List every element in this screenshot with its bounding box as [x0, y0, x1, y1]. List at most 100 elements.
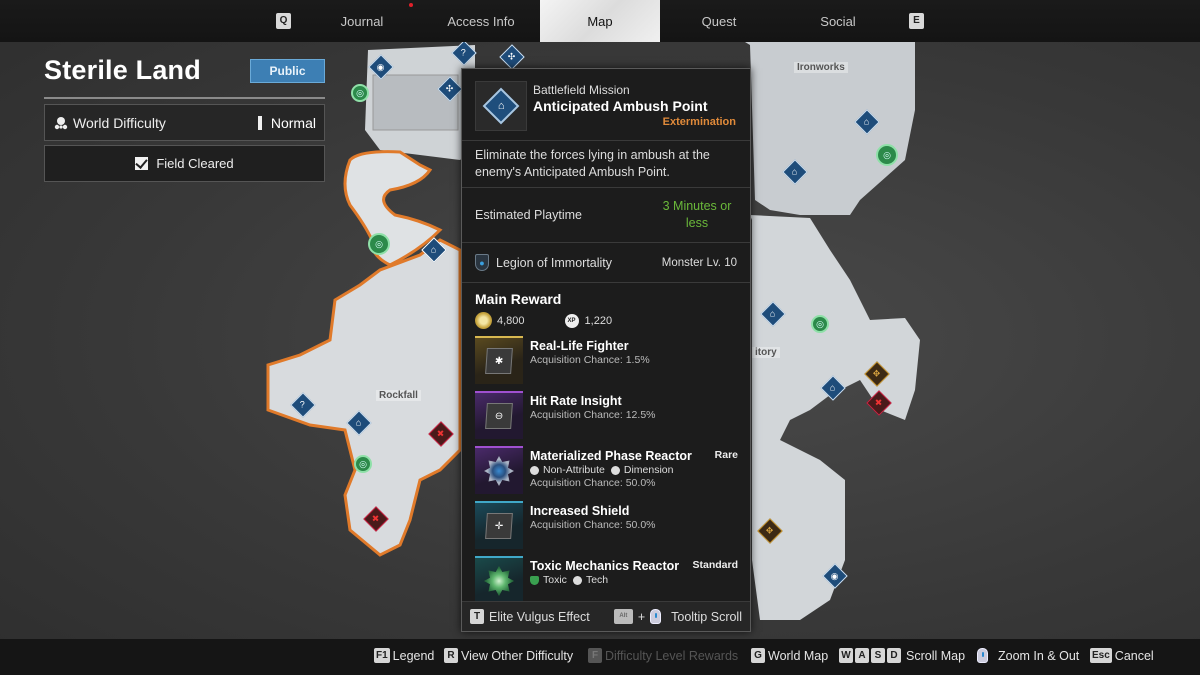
mission-tooltip[interactable]: ⌂ Battlefield Mission Anticipated Ambush… — [461, 68, 751, 632]
world-difficulty-row[interactable]: World Difficulty Normal — [44, 104, 325, 141]
world-difficulty-value: Normal — [270, 114, 316, 131]
map-label-rockfall: Rockfall — [376, 390, 421, 401]
xp-icon: XP — [564, 313, 579, 328]
hint-zoom[interactable]: Zoom In & Out — [977, 648, 1079, 663]
tab-quest[interactable]: Quest — [659, 0, 779, 42]
bottom-hint-bar: F1 Legend R View Other Difficulty F Diff… — [0, 639, 1200, 675]
reward-item[interactable]: ✛ Increased Shield Acquisition Chance: 5… — [462, 498, 750, 553]
monster-level: Monster Lv. 10 — [661, 256, 737, 269]
tab-map[interactable]: Map — [540, 0, 660, 42]
hint-label: Cancel — [1114, 648, 1154, 663]
visibility-button[interactable]: Public — [250, 59, 325, 83]
reward-attributes: Toxic Tech — [530, 574, 750, 586]
elite-effect-key[interactable]: T — [470, 609, 484, 624]
non-attribute-icon — [530, 465, 539, 475]
key-d: D — [887, 648, 901, 663]
gold-coin-icon — [475, 312, 492, 329]
map-outpost-icon[interactable]: ◎ — [354, 455, 372, 473]
map-outpost-icon[interactable]: ◎ — [368, 233, 390, 255]
world-difficulty-label: World Difficulty — [73, 114, 166, 131]
map-outpost-icon[interactable]: ◎ — [876, 144, 898, 166]
module-icon: ✛ — [485, 513, 513, 539]
key-esc: Esc — [1090, 648, 1112, 663]
difficulty-level-bar — [257, 115, 262, 130]
reward-name: Hit Rate Insight — [530, 394, 622, 408]
mission-category: Battlefield Mission — [533, 83, 630, 97]
mission-name: Anticipated Ambush Point — [533, 98, 708, 114]
hint-label: Difficulty Level Rewards — [605, 648, 739, 663]
reward-grade: Standard — [692, 559, 738, 571]
reward-name: Increased Shield — [530, 504, 630, 518]
tab-journal[interactable]: Journal — [302, 0, 422, 42]
attribute-label: Non-Attribute — [543, 464, 605, 476]
plus-sign: + — [637, 609, 646, 624]
alt-key[interactable]: Alt — [613, 609, 633, 624]
playtime-value: 3 Minutes or less — [662, 199, 732, 230]
main-reward-heading: Main Reward — [475, 291, 562, 307]
map-screen: Ironworks Rockfall itory ◉ ✣ ✣ ? ◎ ◎ ⌂ ?… — [0, 0, 1200, 675]
toxic-icon — [530, 575, 539, 585]
hint-label: Legend — [392, 648, 435, 663]
attribute-label: Tech — [585, 574, 609, 586]
hint-label: View Other Difficulty — [461, 648, 574, 663]
reward-thumbnail: ⊖ — [475, 391, 523, 439]
gold-amount: 4,800 — [497, 314, 525, 327]
hint-label: World Map — [768, 648, 829, 663]
hint-cancel[interactable]: Esc Cancel — [1090, 648, 1154, 663]
key-s: S — [871, 648, 885, 663]
title-divider — [44, 97, 325, 99]
xp-amount: 1,220 — [584, 314, 613, 327]
hint-legend[interactable]: F1 Legend — [374, 648, 434, 663]
hint-scroll-map[interactable]: W A S D Scroll Map — [839, 648, 965, 663]
key-g: G — [751, 648, 765, 663]
faction-row: ● Legion of Immortality Monster Lv. 10 — [462, 243, 750, 283]
mouse-wheel-icon — [650, 609, 662, 624]
reward-chance: Acquisition Chance: 12.5% — [530, 409, 656, 421]
reward-name: Real-Life Fighter — [530, 339, 629, 353]
prev-tab-key[interactable]: Q — [276, 13, 291, 29]
key-w: W — [839, 648, 853, 663]
faction-name: Legion of Immortality — [496, 255, 613, 270]
check-icon — [135, 157, 149, 170]
field-cleared-row: Field Cleared — [44, 145, 325, 182]
elite-effect-label[interactable]: Elite Vulgus Effect — [489, 610, 614, 624]
playtime-row: Estimated Playtime 3 Minutes or less — [462, 188, 750, 243]
attribute-label: Toxic — [543, 574, 567, 586]
terrain-east — [750, 215, 920, 620]
reward-chance: Acquisition Chance: 50.0% — [530, 477, 656, 489]
tech-icon — [572, 575, 582, 585]
map-label-partial: itory — [752, 347, 780, 358]
reward-thumbnail: ✛ — [475, 501, 523, 549]
reward-grade: Rare — [714, 449, 738, 461]
reactor-icon — [484, 566, 514, 596]
tab-access-info[interactable]: Access Info — [421, 0, 541, 42]
playtime-label: Estimated Playtime — [475, 208, 582, 222]
mouse-wheel-icon — [977, 648, 988, 663]
reward-item[interactable]: Toxic Mechanics Reactor Standard Toxic T… — [462, 553, 750, 608]
faction-shield-icon: ● — [475, 254, 489, 271]
key-f1: F1 — [374, 648, 390, 663]
top-nav: Q Journal Access Info Map Quest Social E — [0, 0, 1200, 42]
world-difficulty-icon — [53, 115, 69, 131]
reward-item[interactable]: ⊖ Hit Rate Insight Acquisition Chance: 1… — [462, 388, 750, 443]
reward-chance: Acquisition Chance: 1.5% — [530, 354, 650, 366]
battlefield-mission-icon: ⌂ — [482, 87, 520, 125]
mission-description: Eliminate the forces lying in ambush at … — [462, 141, 750, 188]
reward-list[interactable]: ✱ Real-Life Fighter Acquisition Chance: … — [462, 333, 750, 608]
reward-chance: Acquisition Chance: 50.0% — [530, 519, 656, 531]
region-title: Sterile Land — [44, 55, 201, 85]
map-outpost-icon[interactable]: ◎ — [351, 84, 369, 102]
tooltip-scroll-label[interactable]: Tooltip Scroll — [671, 610, 742, 624]
hint-world-map[interactable]: G World Map — [751, 648, 828, 663]
attribute-label: Dimension — [623, 464, 674, 476]
reward-item[interactable]: Materialized Phase Reactor Rare Non-Attr… — [462, 443, 750, 498]
currency-rewards: 4,800 XP 1,220 — [462, 307, 750, 333]
map-outpost-icon[interactable]: ◎ — [811, 315, 829, 333]
next-tab-key[interactable]: E — [909, 13, 924, 29]
reward-item[interactable]: ✱ Real-Life Fighter Acquisition Chance: … — [462, 333, 750, 388]
tab-social[interactable]: Social — [778, 0, 898, 42]
key-a: A — [855, 648, 869, 663]
hint-view-other-difficulty[interactable]: R View Other Difficulty — [444, 648, 573, 663]
reward-thumbnail — [475, 556, 523, 604]
tooltip-header: ⌂ Battlefield Mission Anticipated Ambush… — [462, 69, 750, 141]
